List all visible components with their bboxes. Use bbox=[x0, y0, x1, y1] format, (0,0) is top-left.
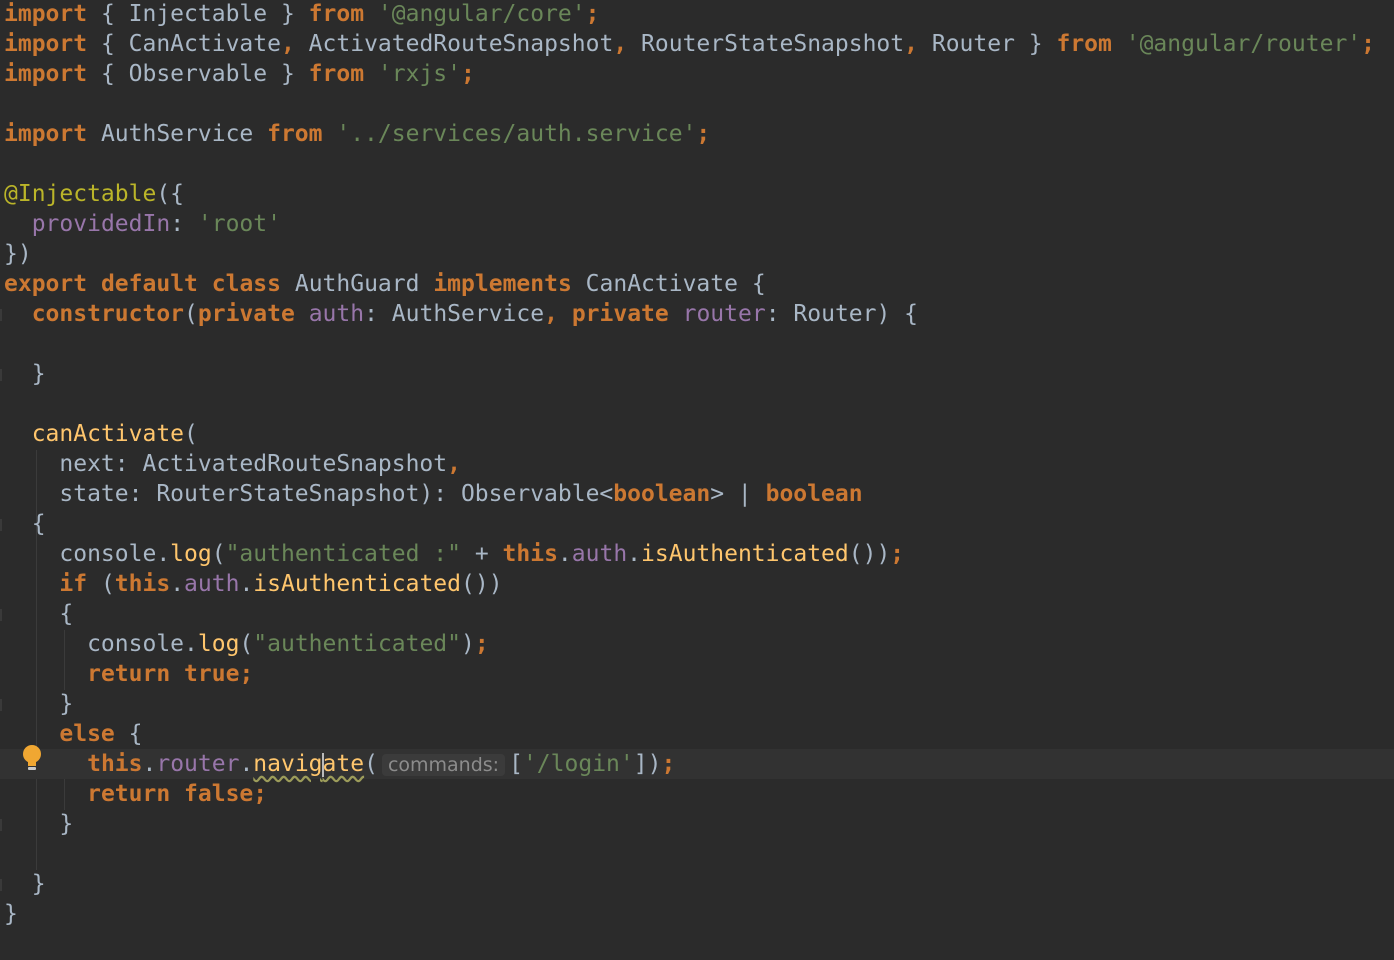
code-line-text: @Injectable({ bbox=[4, 181, 185, 207]
code-line[interactable]: } bbox=[0, 899, 1394, 929]
code-line-text: return true; bbox=[87, 661, 254, 687]
code-line-text: import { Observable } from 'rxjs'; bbox=[4, 61, 475, 87]
code-line[interactable]: state: RouterStateSnapshot): Observable<… bbox=[0, 479, 1394, 509]
code-line-text: import { Injectable } from '@angular/cor… bbox=[4, 1, 600, 27]
code-line-text: console.log("authenticated"); bbox=[4, 631, 489, 657]
code-line-text: } bbox=[4, 871, 46, 897]
code-line[interactable]: providedIn: 'root' bbox=[0, 209, 1394, 239]
code-line[interactable]: } bbox=[0, 689, 1394, 719]
code-line[interactable]: return true; bbox=[0, 659, 1394, 689]
code-line-text: } bbox=[4, 811, 74, 837]
code-line[interactable]: export default class AuthGuard implement… bbox=[0, 269, 1394, 299]
code-line[interactable]: import AuthService from '../services/aut… bbox=[0, 119, 1394, 149]
text-caret bbox=[321, 752, 324, 777]
code-line-text: { bbox=[4, 511, 46, 537]
code-line-text: next: ActivatedRouteSnapshot, bbox=[4, 451, 461, 477]
code-line-text: this.router.navigate(commands: ['/login']… bbox=[87, 751, 676, 777]
code-line-text: } bbox=[4, 901, 18, 927]
code-line[interactable] bbox=[0, 329, 1394, 359]
code-line-text: state: RouterStateSnapshot): Observable<… bbox=[4, 481, 863, 507]
code-line-text: export default class AuthGuard implement… bbox=[4, 271, 766, 297]
code-line[interactable]: } bbox=[0, 809, 1394, 839]
code-line[interactable]: console.log("authenticated"); bbox=[0, 629, 1394, 659]
code-line[interactable]: else { bbox=[0, 719, 1394, 749]
code-line-text: { bbox=[4, 601, 74, 627]
code-line[interactable]: if (this.auth.isAuthenticated()) bbox=[0, 569, 1394, 599]
parameter-hint: commands: bbox=[381, 754, 506, 776]
code-line[interactable]: constructor(private auth: AuthService, p… bbox=[0, 299, 1394, 329]
code-line-text: if (this.auth.isAuthenticated()) bbox=[59, 571, 503, 597]
code-line[interactable]: return false; bbox=[0, 779, 1394, 809]
code-line-text: canActivate( bbox=[31, 421, 198, 447]
code-line[interactable]: } bbox=[0, 869, 1394, 899]
code-line[interactable]: console.log("authenticated :" + this.aut… bbox=[0, 539, 1394, 569]
code-line[interactable]: @Injectable({ bbox=[0, 179, 1394, 209]
code-line[interactable] bbox=[0, 389, 1394, 419]
code-line-text: }) bbox=[4, 241, 32, 267]
code-line[interactable]: } bbox=[0, 359, 1394, 389]
code-line-text: import AuthService from '../services/aut… bbox=[4, 121, 711, 147]
code-line[interactable] bbox=[0, 149, 1394, 179]
code-line[interactable] bbox=[0, 89, 1394, 119]
lightbulb-icon[interactable] bbox=[21, 744, 43, 772]
code-line-text: import { CanActivate, ActivatedRouteSnap… bbox=[4, 31, 1375, 57]
code-line[interactable]: import { Injectable } from '@angular/cor… bbox=[0, 0, 1394, 29]
code-line-text: providedIn: 'root' bbox=[31, 211, 281, 237]
code-line-text: } bbox=[4, 691, 74, 717]
code-line-text: } bbox=[4, 361, 46, 387]
code-line[interactable]: next: ActivatedRouteSnapshot, bbox=[0, 449, 1394, 479]
code-line-text: return false; bbox=[87, 781, 268, 807]
code-line-text: console.log("authenticated :" + this.aut… bbox=[4, 541, 905, 567]
code-editor[interactable]: import { Injectable } from '@angular/cor… bbox=[0, 0, 1394, 960]
code-line[interactable]: import { CanActivate, ActivatedRouteSnap… bbox=[0, 29, 1394, 59]
code-line[interactable]: this.router.navigate(commands: ['/login']… bbox=[0, 749, 1394, 779]
code-line-text: constructor(private auth: AuthService, p… bbox=[31, 301, 919, 327]
code-line[interactable] bbox=[0, 839, 1394, 869]
code-line[interactable]: import { Observable } from 'rxjs'; bbox=[0, 59, 1394, 89]
code-line[interactable]: }) bbox=[0, 239, 1394, 269]
code-line[interactable]: { bbox=[0, 509, 1394, 539]
code-line[interactable]: { bbox=[0, 599, 1394, 629]
code-line[interactable]: canActivate( bbox=[0, 419, 1394, 449]
